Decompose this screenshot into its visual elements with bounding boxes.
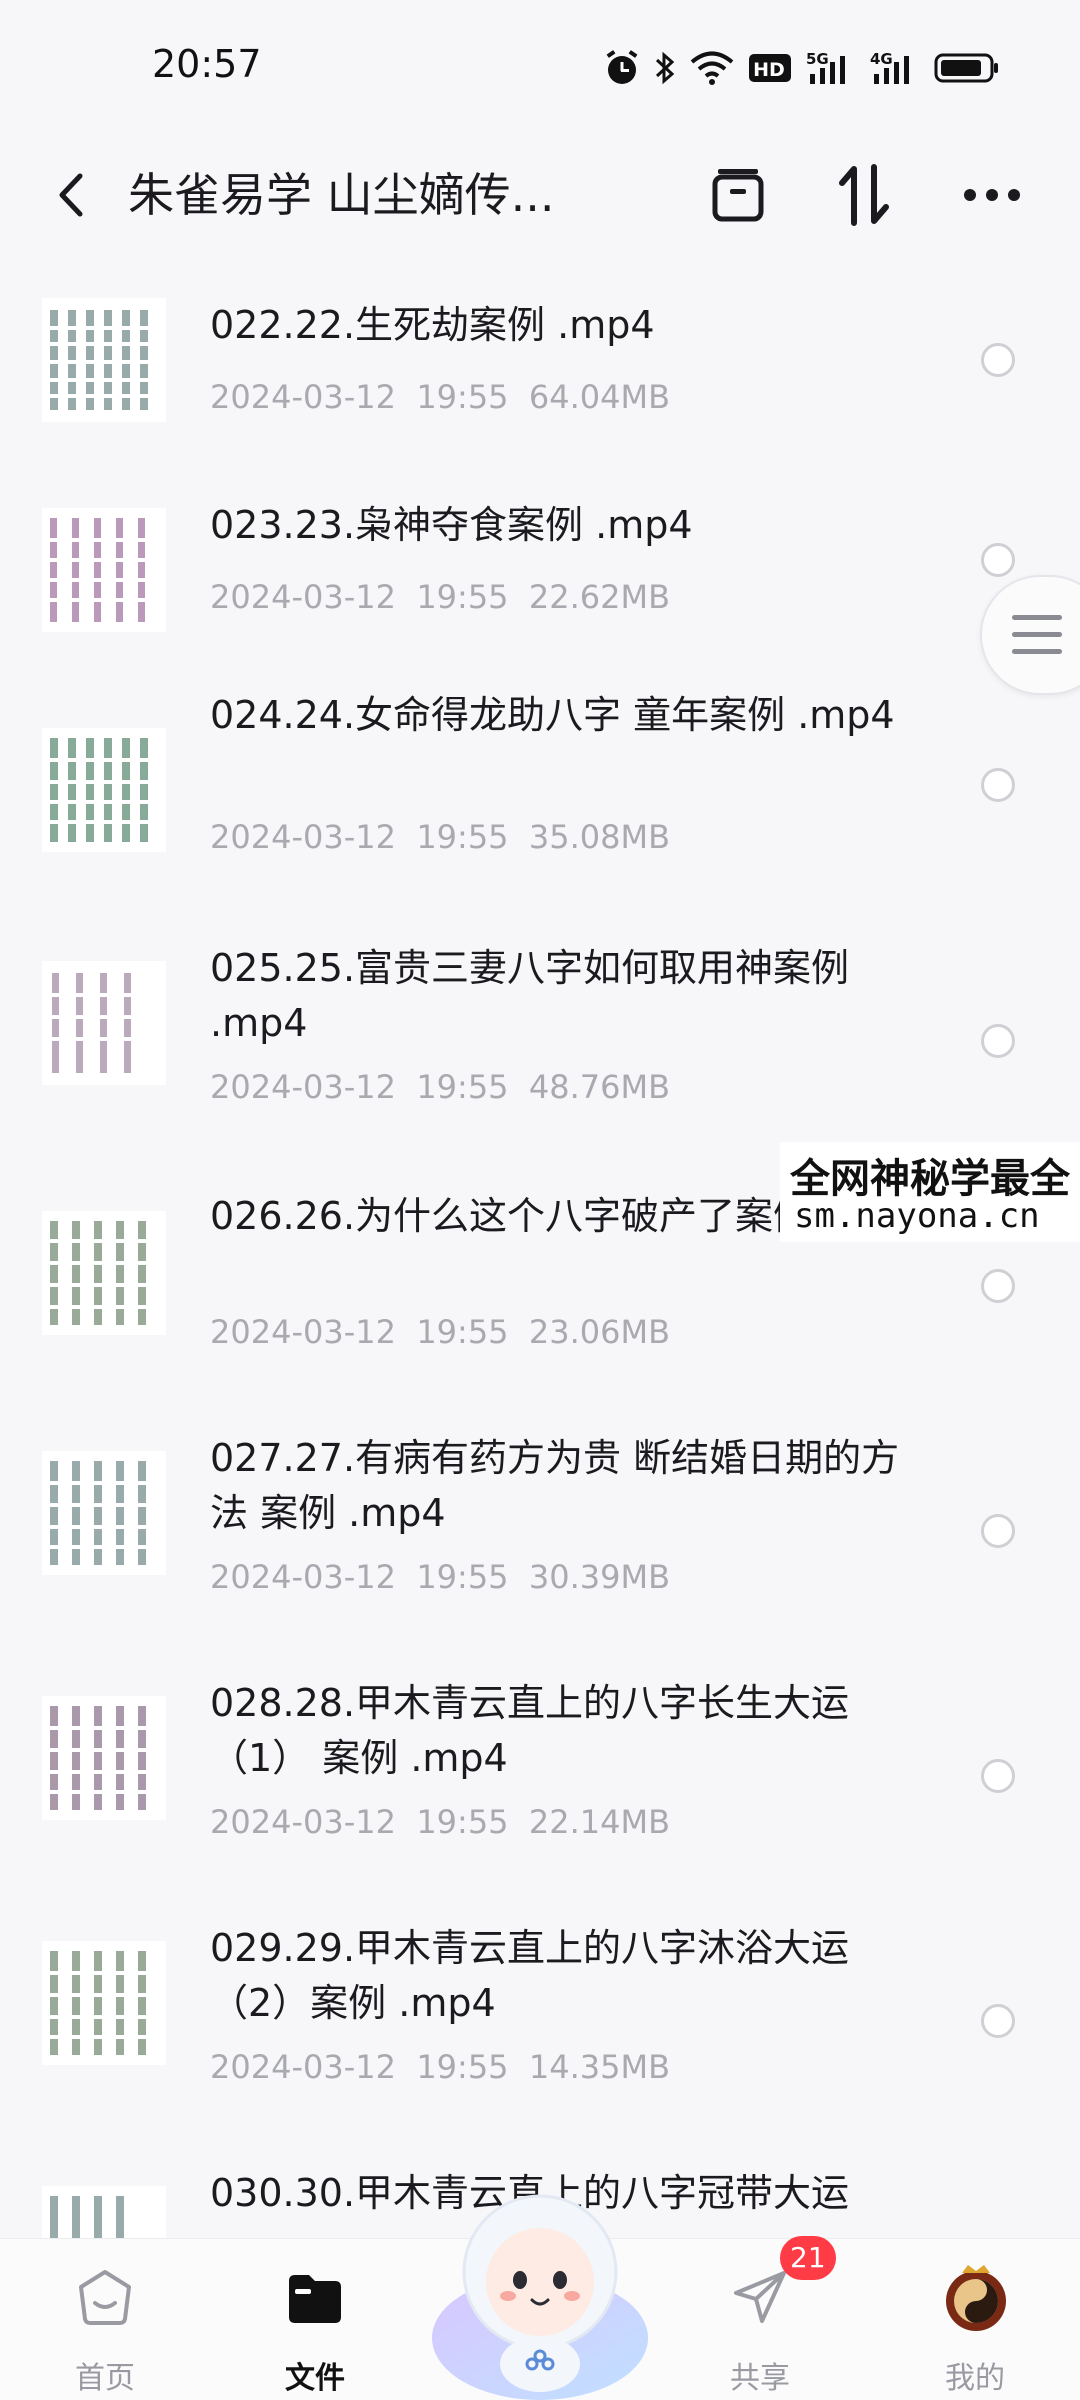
- select-radio[interactable]: [981, 543, 1015, 577]
- home-icon: [79, 2270, 131, 2325]
- status-icons: HD 5G 4G: [604, 48, 1000, 88]
- select-radio[interactable]: [981, 1024, 1015, 1058]
- file-name: 028.28.甲木青云直上的八字长生大运（1） 案例 .mp4: [210, 1681, 850, 1780]
- status-bar: 20:57 HD 5G 4G: [0, 0, 1080, 135]
- back-button[interactable]: [46, 155, 96, 235]
- video-thumbnail-icon: [42, 728, 166, 852]
- net1-label: 5G: [806, 50, 829, 68]
- video-thumbnail-icon: [42, 298, 166, 422]
- nav-home-label: 首页: [75, 2361, 135, 2396]
- share-notification-badge: 21: [780, 2236, 836, 2280]
- file-row[interactable]: 023.23.枭神夺食案例 .mp4 2024-03-12 19:55 22.6…: [0, 468, 1080, 668]
- net2-label: 4G: [870, 50, 893, 68]
- file-meta: 2024-03-12 19:55 22.62MB: [210, 578, 671, 616]
- send-icon: [734, 2271, 786, 2323]
- file-row[interactable]: 022.22.生死劫案例 .mp4 2024-03-12 19:55 64.04…: [0, 268, 1080, 468]
- file-row[interactable]: 028.28.甲木青云直上的八字长生大运（1） 案例 .mp4 2024-03-…: [0, 1651, 1080, 1896]
- file-list: 022.22.生死劫案例 .mp4 2024-03-12 19:55 64.04…: [0, 268, 1080, 2341]
- watermark-overlay: 全网神秘学最全 sm.nayona.cn: [780, 1142, 1080, 1242]
- select-radio[interactable]: [981, 2004, 1015, 2038]
- nav-files-label: 文件: [285, 2361, 345, 2396]
- file-row[interactable]: 025.25.富贵三妻八字如何取用神案例 .mp4 2024-03-12 19:…: [0, 916, 1080, 1161]
- file-name: 025.25.富贵三妻八字如何取用神案例 .mp4: [210, 946, 850, 1045]
- nav-share-label: 共享: [730, 2361, 790, 2396]
- status-time: 20:57: [152, 42, 262, 86]
- signal-4g-icon: 4G: [870, 48, 920, 88]
- file-meta: 2024-03-12 19:55 14.35MB: [210, 2048, 671, 2086]
- nav-profile-label: 我的: [945, 2361, 1005, 2396]
- archive-button[interactable]: [698, 155, 778, 235]
- select-radio[interactable]: [981, 1514, 1015, 1548]
- alarm-icon: [604, 48, 640, 88]
- folder-icon: [289, 2275, 341, 2323]
- folder-title: 朱雀易学 山尘嫡传...: [128, 168, 555, 222]
- select-radio[interactable]: [981, 768, 1015, 802]
- select-radio[interactable]: [981, 1269, 1015, 1303]
- video-thumbnail-icon: [42, 1941, 166, 2065]
- sort-icon: [839, 164, 889, 226]
- hd-label: HD: [753, 59, 785, 81]
- nav-home[interactable]: 首页: [30, 2239, 180, 2400]
- more-button[interactable]: [952, 155, 1032, 235]
- file-meta: 2024-03-12 19:55 22.14MB: [210, 1803, 671, 1841]
- video-thumbnail-icon: [42, 508, 166, 632]
- file-name: 023.23.枭神夺食案例 .mp4: [210, 503, 693, 547]
- top-app-bar: 朱雀易学 山尘嫡传...: [0, 135, 1080, 255]
- watermark-line2: sm.nayona.cn: [794, 1196, 1040, 1236]
- bluetooth-icon: [654, 48, 676, 88]
- file-row[interactable]: 029.29.甲木青云直上的八字沐浴大运（2）案例 .mp4 2024-03-1…: [0, 1896, 1080, 2141]
- select-radio[interactable]: [981, 343, 1015, 377]
- video-thumbnail-icon: [42, 1451, 166, 1575]
- signal-5g-icon: 5G: [806, 48, 856, 88]
- file-meta: 2024-03-12 19:55 64.04MB: [210, 378, 671, 416]
- battery-icon: [934, 48, 1000, 88]
- archive-icon: [712, 169, 764, 222]
- select-radio[interactable]: [981, 1759, 1015, 1793]
- profile-avatar-icon: [946, 2265, 1006, 2331]
- file-name: 024.24.女命得龙助八字 童年案例 .mp4: [210, 693, 895, 737]
- video-thumbnail-icon: [42, 1696, 166, 1820]
- file-name: 022.22.生死劫案例 .mp4: [210, 303, 655, 347]
- file-name: 027.27.有病有药方为贵 断结婚日期的方法 案例 .mp4: [210, 1436, 900, 1535]
- video-thumbnail-icon: [42, 961, 166, 1085]
- back-arrow-icon: [59, 173, 83, 217]
- hd-icon: HD: [748, 48, 792, 88]
- video-thumbnail-icon: [42, 1211, 166, 1335]
- assistant-mascot-icon[interactable]: [428, 2178, 652, 2400]
- nav-profile[interactable]: 我的: [900, 2239, 1050, 2400]
- sort-button[interactable]: [824, 155, 904, 235]
- file-meta: 2024-03-12 19:55 23.06MB: [210, 1313, 671, 1351]
- nav-files[interactable]: 文件: [240, 2239, 390, 2400]
- file-meta: 2024-03-12 19:55 35.08MB: [210, 818, 671, 856]
- file-row[interactable]: 027.27.有病有药方为贵 断结婚日期的方法 案例 .mp4 2024-03-…: [0, 1406, 1080, 1651]
- wifi-icon: [690, 48, 734, 88]
- file-name: 029.29.甲木青云直上的八字沐浴大运（2）案例 .mp4: [210, 1926, 850, 2025]
- file-meta: 2024-03-12 19:55 48.76MB: [210, 1068, 671, 1106]
- more-icon: [964, 189, 1020, 201]
- file-row[interactable]: 024.24.女命得龙助八字 童年案例 .mp4 2024-03-12 19:5…: [0, 668, 1080, 916]
- file-meta: 2024-03-12 19:55 30.39MB: [210, 1558, 671, 1596]
